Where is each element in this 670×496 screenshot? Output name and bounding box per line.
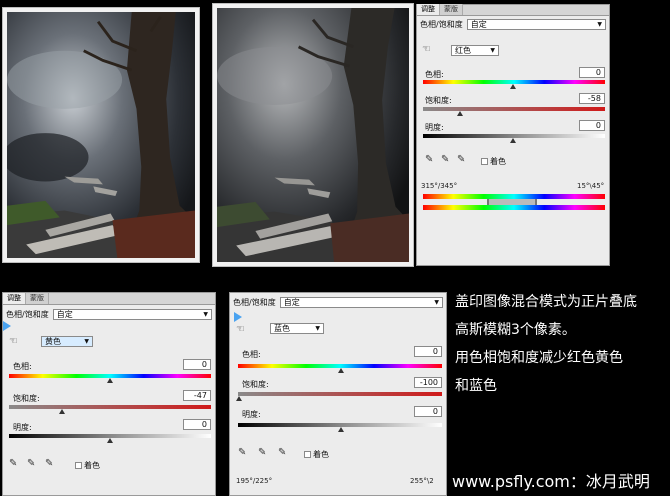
tab-adjustments[interactable]: 调整 [3, 293, 26, 304]
colorize-checkbox[interactable]: 着色 [304, 449, 329, 460]
saturation-input[interactable]: -47 [183, 390, 211, 401]
channel-dropdown[interactable]: 蓝色 ▼ [270, 323, 324, 334]
saturation-label: 饱和度: [13, 394, 40, 403]
panel-title: 色相/饱和度 [233, 297, 276, 307]
hue-label: 色相: [13, 362, 32, 371]
channel-value: 红色 [455, 46, 471, 55]
hand-target-icon[interactable]: ☜ [9, 337, 18, 347]
hue-input[interactable]: 0 [414, 346, 442, 357]
watermark: www.psfly.com：冰月武明 [452, 472, 650, 491]
caption-line-1: 盖印图像混合模式为正片叠底 [455, 294, 637, 310]
saturation-slider-track[interactable] [423, 107, 605, 111]
saturation-slider-thumb[interactable] [59, 409, 65, 414]
eyedropper-minus-icon[interactable]: ✎ [45, 459, 53, 469]
colorize-label: 着色 [84, 461, 100, 470]
range-right-label: 255°\2 [410, 477, 434, 485]
chevron-down-icon: ▼ [490, 47, 495, 54]
preset-dropdown[interactable]: 自定 ▼ [279, 296, 443, 308]
lightness-slider-thumb[interactable] [107, 438, 113, 443]
checkbox-box[interactable] [75, 462, 82, 469]
saturation-slider-thumb[interactable] [457, 111, 463, 116]
eyedropper-icon[interactable]: ✎ [9, 459, 17, 469]
saturation-slider-track[interactable] [9, 405, 211, 409]
hue-label: 色相: [425, 70, 444, 79]
hue-input[interactable]: 0 [579, 67, 605, 78]
panel-tabbar: 调整 蒙版 [417, 4, 609, 16]
lightness-slider-thumb[interactable] [510, 138, 516, 143]
hue-slider-thumb[interactable] [510, 84, 516, 89]
saturation-input[interactable]: -100 [414, 377, 442, 388]
checkbox-box[interactable] [481, 158, 488, 165]
lightness-input[interactable]: 0 [414, 406, 442, 417]
eyedropper-plus-icon[interactable]: ✎ [27, 459, 35, 469]
tab-masks[interactable]: 蒙版 [26, 293, 49, 304]
original-photo [2, 7, 200, 263]
caption-line-4: 和蓝色 [455, 378, 497, 394]
preset-value: 自定 [56, 309, 73, 319]
chevron-down-icon: ▼ [434, 298, 439, 306]
saturation-label: 饱和度: [425, 96, 452, 105]
hue-saturation-panel-red: 调整 蒙版 色相/饱和度 自定 ▼ ☜ 红色 ▼ 色相: 0 饱和度: -58 … [416, 4, 610, 266]
eyedropper-minus-icon[interactable]: ✎ [457, 155, 465, 165]
lightness-slider-thumb[interactable] [338, 427, 344, 432]
panel-title: 色相/饱和度 [6, 309, 49, 319]
preset-value: 自定 [283, 297, 300, 307]
tab-adjustments[interactable]: 调整 [417, 4, 440, 15]
colorize-label: 着色 [313, 450, 329, 459]
panel-tabbar: 调整 蒙版 [3, 293, 215, 305]
channel-value: 黄色 [45, 337, 61, 346]
hue-slider-thumb[interactable] [338, 368, 344, 373]
hue-saturation-panel-blue: 色相/饱和度 自定 ▼ ☜ 蓝色 ▼ 色相: 0 饱和度: -100 明度: 0… [229, 292, 447, 496]
range-left-label: 195°/225° [236, 477, 273, 485]
channel-value: 蓝色 [274, 324, 290, 333]
channel-dropdown[interactable]: 红色 ▼ [451, 45, 499, 56]
checkbox-box[interactable] [304, 451, 311, 458]
hand-target-icon[interactable]: ☜ [422, 45, 431, 55]
colorize-checkbox[interactable]: 着色 [75, 460, 100, 471]
channel-dropdown[interactable]: 黄色 ▼ [41, 336, 93, 347]
preset-dropdown[interactable]: 自定 ▼ [466, 18, 606, 30]
chevron-down-icon: ▼ [203, 310, 208, 318]
eyedropper-icon[interactable]: ✎ [238, 448, 246, 458]
saturation-slider-track[interactable] [238, 392, 442, 396]
eyedropper-icon[interactable]: ✎ [425, 155, 433, 165]
caption-line-2: 高斯模糊3个像素。 [455, 322, 576, 338]
eyedropper-plus-icon[interactable]: ✎ [258, 448, 266, 458]
range-right-label: 15°\45° [577, 182, 605, 190]
eyedropper-minus-icon[interactable]: ✎ [278, 448, 286, 458]
lightness-label: 明度: [425, 123, 444, 132]
colorize-label: 着色 [490, 157, 506, 166]
pointer-arrow-icon [3, 321, 11, 331]
chevron-down-icon: ▼ [84, 338, 89, 345]
panel-title: 色相/饱和度 [420, 19, 463, 29]
eyedropper-plus-icon[interactable]: ✎ [441, 155, 449, 165]
hue-label: 色相: [242, 350, 261, 359]
lightness-input[interactable]: 0 [579, 120, 605, 131]
hand-target-icon[interactable]: ☜ [236, 325, 245, 335]
lightness-label: 明度: [13, 423, 32, 432]
hue-saturation-panel-yellow: 调整 蒙版 色相/饱和度 自定 ▼ ☜ 黄色 ▼ 色相: 0 饱和度: -47 … [2, 292, 216, 496]
pointer-arrow-icon [234, 312, 242, 322]
chevron-down-icon: ▼ [315, 325, 320, 332]
chevron-down-icon: ▼ [597, 20, 602, 28]
range-left-label: 315°/345° [421, 182, 458, 190]
processed-photo [212, 3, 414, 267]
caption-line-3: 用色相饱和度减少红色黄色 [455, 350, 623, 366]
saturation-label: 饱和度: [242, 380, 269, 389]
preset-value: 自定 [470, 19, 487, 29]
hue-slider-thumb[interactable] [107, 378, 113, 383]
lightness-input[interactable]: 0 [183, 419, 211, 430]
colorize-checkbox[interactable]: 着色 [481, 156, 506, 167]
saturation-input[interactable]: -58 [579, 93, 605, 104]
saturation-slider-thumb[interactable] [236, 396, 242, 401]
lightness-label: 明度: [242, 410, 261, 419]
preset-dropdown[interactable]: 自定 ▼ [52, 308, 212, 320]
tab-masks[interactable]: 蒙版 [440, 4, 463, 15]
range-bar-bottom [423, 205, 605, 210]
hue-input[interactable]: 0 [183, 359, 211, 370]
